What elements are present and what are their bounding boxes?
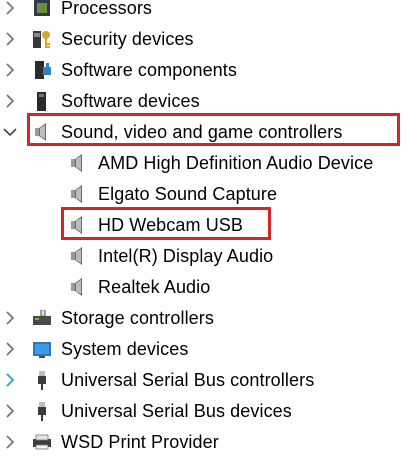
tree-item-label: Elgato Sound Capture (98, 183, 278, 204)
tree-item-amd-hd-audio[interactable]: AMD High Definition Audio Device (0, 147, 419, 178)
tree-item-label: WSD Print Provider (61, 431, 219, 452)
chevron-right-icon[interactable] (3, 31, 17, 46)
tree-item-usb-devices[interactable]: Universal Serial Bus devices (0, 395, 419, 426)
software-device-icon (31, 90, 53, 112)
tree-item-intel-display-audio[interactable]: Intel(R) Display Audio (0, 240, 419, 271)
tree-item-security-devices[interactable]: Security devices (0, 23, 419, 54)
tree-item-label: Sound, video and game controllers (61, 121, 343, 142)
tree-item-processors[interactable]: Processors (0, 0, 419, 23)
tree-item-sound-video-game-controllers[interactable]: Sound, video and game controllers (0, 116, 419, 147)
software-component-icon (31, 59, 53, 81)
chevron-right-icon[interactable] (3, 403, 17, 418)
chevron-right-icon[interactable] (3, 310, 17, 325)
chevron-down-icon[interactable] (3, 125, 17, 139)
tree-item-label: Universal Serial Bus controllers (61, 369, 315, 390)
tree-item-label: Software devices (61, 90, 200, 111)
speaker-icon (67, 152, 89, 174)
security-device-icon (31, 28, 53, 50)
tree-item-usb-controllers[interactable]: Universal Serial Bus controllers (0, 364, 419, 395)
processor-icon (31, 0, 53, 19)
speaker-icon (67, 214, 89, 236)
tree-item-software-devices[interactable]: Software devices (0, 85, 419, 116)
speaker-icon (67, 183, 89, 205)
chevron-right-icon[interactable] (3, 372, 17, 387)
usb-icon (31, 369, 53, 391)
speaker-icon (67, 276, 89, 298)
tree-item-label: Universal Serial Bus devices (61, 400, 292, 421)
chevron-right-icon[interactable] (3, 0, 17, 15)
tree-item-label: Processors (61, 0, 153, 18)
tree-item-label: Software components (61, 59, 237, 80)
tree-item-elgato-sound-capture[interactable]: Elgato Sound Capture (0, 178, 419, 209)
tree-item-storage-controllers[interactable]: Storage controllers (0, 302, 419, 333)
tree-item-realtek-audio[interactable]: Realtek Audio (0, 271, 419, 302)
tree-item-label: Realtek Audio (98, 276, 211, 297)
usb-icon (31, 400, 53, 422)
system-devices-icon (31, 338, 53, 360)
chevron-right-icon[interactable] (3, 93, 17, 108)
tree-item-label: HD Webcam USB (98, 214, 244, 235)
storage-controller-icon (31, 307, 53, 329)
tree-item-label: Security devices (61, 28, 194, 49)
speaker-icon (67, 245, 89, 267)
tree-item-label: Storage controllers (61, 307, 214, 328)
tree-item-label: AMD High Definition Audio Device (98, 152, 374, 173)
tree-item-label: Intel(R) Display Audio (98, 245, 274, 266)
chevron-right-icon[interactable] (3, 341, 17, 356)
printer-icon (31, 431, 53, 453)
chevron-right-icon[interactable] (3, 62, 17, 77)
tree-item-hd-webcam-usb[interactable]: HD Webcam USB (0, 209, 419, 240)
speaker-icon (31, 121, 53, 143)
tree-item-label: System devices (61, 338, 189, 359)
tree-item-wsd-print-provider[interactable]: WSD Print Provider (0, 426, 419, 457)
device-tree: Processors Security devices Software com… (0, 0, 419, 457)
chevron-right-icon[interactable] (3, 434, 17, 449)
tree-item-system-devices[interactable]: System devices (0, 333, 419, 364)
tree-item-software-components[interactable]: Software components (0, 54, 419, 85)
